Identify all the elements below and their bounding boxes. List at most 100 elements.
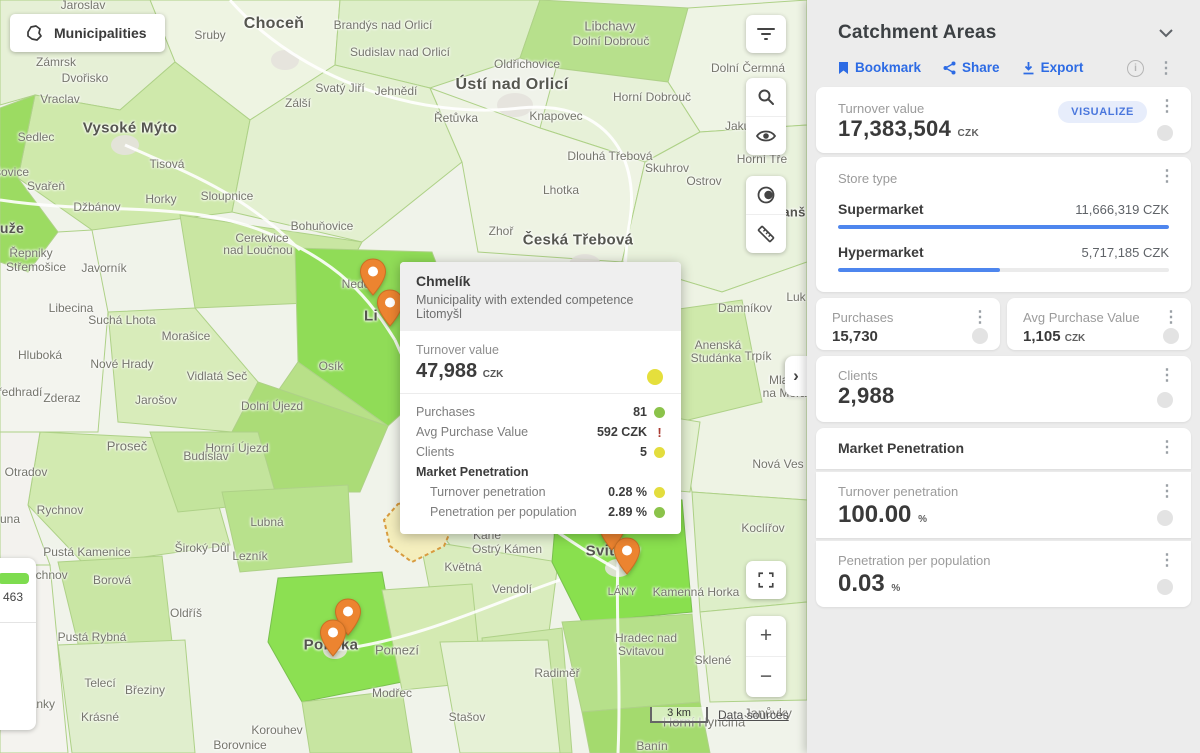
store-type-value: 11,666,319 CZK [1075,202,1169,217]
metric-toggle-dot[interactable] [1163,328,1179,344]
export-label: Export [1041,60,1084,75]
status-dot-yellow [654,487,665,498]
penetration-per-population-label: Penetration per population [838,553,1169,568]
filter-icon [757,27,775,41]
market-penetration-header: Market Penetration ⋮ [816,428,1191,469]
status-dot-yellow [647,369,663,385]
tooltip-metric-row: Purchases81 [416,402,665,422]
turnover-value-card: Turnover value 17,383,504 CZK VISUALIZE … [816,87,1191,153]
kebab-menu-icon[interactable]: ⋮ [1159,99,1175,115]
visibility-button[interactable] [746,116,786,155]
kebab-menu-icon[interactable]: ⋮ [1159,484,1175,500]
tooltip-metric-row: Turnover penetration0.28 % [416,482,665,502]
penetration-per-population-value: 0.03 [838,570,885,597]
zoom-control-group: + − [746,616,786,697]
store-type-bar [838,268,1169,272]
ruler-icon [755,223,777,245]
share-button[interactable]: Share [943,60,1000,75]
store-type-bar [838,225,1169,229]
purchases-card: Purchases 15,730 ⋮ [816,298,1000,350]
metric-toggle-dot[interactable] [1157,392,1173,408]
penetration-per-population-card: Penetration per population 0.03 % ⋮ [816,541,1191,607]
bookmark-label: Bookmark [855,60,921,75]
alert-icon: ! [654,425,665,440]
avg-purchase-value: 1,105 [1023,328,1061,345]
contrast-button[interactable] [746,176,786,214]
legend-divider [0,622,36,623]
store-type-name: Supermarket [838,201,924,217]
map-canvas[interactable]: JaroslavChoceňBrandýs nad OrlicíLibchavy… [0,0,807,753]
search-icon [757,88,775,106]
purchases-value: 15,730 [832,328,984,345]
page-title: Catchment Areas [838,22,1176,44]
chevron-right-icon: › [793,366,799,386]
tooltip-title: Chmelík [416,273,665,289]
store-pin-marker[interactable] [319,619,347,657]
metric-toggle-dot[interactable] [1157,510,1173,526]
measure-button[interactable] [746,214,786,253]
tooltip-subtitle: Municipality with extended competence Li… [416,293,665,321]
store-type-label: Store type [838,171,1169,186]
tooltip-metric-label: Turnover value [416,343,665,357]
fullscreen-icon [757,571,775,589]
purchases-label: Purchases [832,310,984,325]
share-label: Share [962,60,1000,75]
info-icon[interactable]: i [1127,60,1144,77]
turnover-penetration-card: Turnover penetration 100.00 % ⋮ [816,472,1191,538]
tooltip-metric-value: 47,988 [416,360,477,382]
tooltip-rows: Purchases81Avg Purchase Value592 CZK!Cli… [400,394,681,534]
filter-button-group [746,15,786,53]
store-type-value: 5,717,185 CZK [1082,245,1169,260]
clients-value: 2,988 [838,383,1169,409]
status-dot-yellow [654,447,665,458]
app-root: JaroslavChoceňBrandýs nad OrlicíLibchavy… [0,0,1200,753]
municipality-tooltip: Chmelík Municipality with extended compe… [400,262,681,534]
clients-card: Clients 2,988 ⋮ [816,356,1191,422]
kebab-menu-icon[interactable]: ⋮ [1163,310,1179,326]
municipality-shape-icon [24,23,44,43]
turnover-penetration-value: 100.00 [838,501,911,528]
fullscreen-button[interactable] [746,561,786,599]
zoom-out-button[interactable]: − [746,656,786,697]
minus-icon: − [760,665,772,689]
tooltip-metric-row: Avg Purchase Value592 CZK! [416,422,665,442]
clients-label: Clients [838,368,1169,383]
search-button[interactable] [746,78,786,116]
filter-button[interactable] [746,15,786,53]
kebab-menu-icon[interactable]: ⋮ [972,310,988,326]
tooltip-metric-row: Clients5 [416,442,665,462]
sidebar-collapse-tab[interactable]: › [785,356,807,396]
map-legend-panel: 463 [0,558,36,730]
tooltip-metric-unit: CZK [483,369,504,380]
data-sources-link[interactable]: Data sources [718,708,789,722]
zoom-in-button[interactable]: + [746,616,786,656]
municipalities-button[interactable]: Municipalities [10,14,165,52]
metric-toggle-dot[interactable] [1157,579,1173,595]
tooltip-header: Chmelík Municipality with extended compe… [400,262,681,331]
chevron-down-icon[interactable] [1158,28,1174,38]
kebab-menu-icon[interactable]: ⋮ [1159,553,1175,569]
scale-label: 3 km [667,707,691,719]
tooltip-section-header: Market Penetration [416,462,665,482]
search-eye-group [746,78,786,155]
fullscreen-group [746,561,786,599]
kebab-menu-icon[interactable]: ⋮ [1159,368,1175,384]
store-pin-marker[interactable] [613,537,641,575]
style-measure-group [746,176,786,253]
export-icon [1022,61,1035,75]
kebab-menu-icon[interactable]: ⋮ [1159,440,1175,456]
contrast-icon [756,185,776,205]
kebab-menu-icon[interactable]: ⋮ [1158,61,1174,77]
status-dot-green [654,507,665,518]
metric-toggle-dot[interactable] [972,328,988,344]
bookmark-button[interactable]: Bookmark [838,60,921,75]
export-button[interactable]: Export [1022,60,1084,75]
visualize-button[interactable]: VISUALIZE [1058,101,1147,123]
map-scale-bar: 3 km [650,707,708,723]
kebab-menu-icon[interactable]: ⋮ [1159,169,1175,185]
plus-icon: + [760,624,772,648]
store-type-card: Store type ⋮ Supermarket11,666,319 CZKHy… [816,157,1191,292]
municipalities-button-label: Municipalities [54,25,147,41]
sidebar-panel: Catchment Areas Bookmark Share [807,0,1200,753]
metric-toggle-dot[interactable] [1157,125,1173,141]
